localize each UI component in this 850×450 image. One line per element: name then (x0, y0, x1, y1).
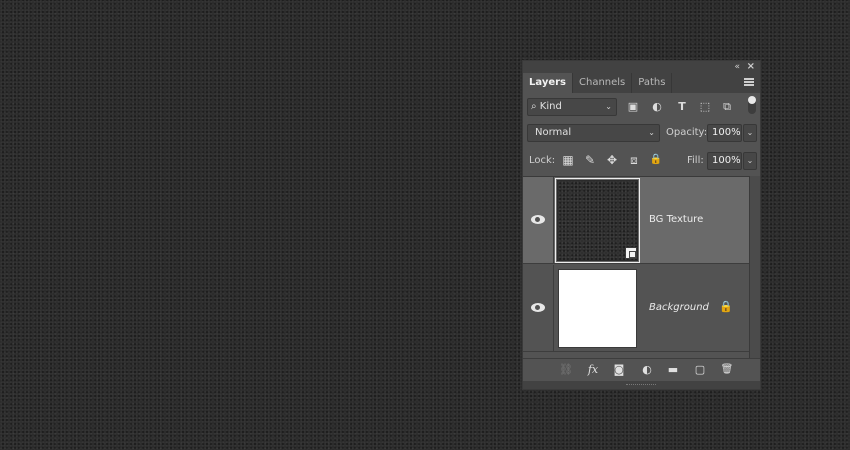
layers-panel: « × Layers Channels Paths ⌕ Kind ⌄ ▣ ◐ T… (522, 60, 761, 390)
panel-menu-icon[interactable] (744, 78, 754, 86)
filter-toggle-icon[interactable] (748, 96, 756, 114)
panel-tabs: Layers Channels Paths (523, 73, 760, 93)
add-mask-icon[interactable]: ◙ (610, 362, 628, 378)
tab-paths[interactable]: Paths (632, 73, 673, 93)
opacity-field[interactable]: 100% (707, 124, 742, 142)
panel-title-bar[interactable]: « × (523, 61, 760, 73)
tab-channels[interactable]: Channels (573, 73, 633, 93)
blend-row: Normal ⌄ Opacity: 100% ⌄ (523, 120, 760, 147)
blend-mode-value: Normal (535, 127, 572, 138)
folder-icon[interactable]: ▬ (664, 362, 682, 378)
search-icon: ⌕ (531, 101, 537, 112)
tab-layers[interactable]: Layers (523, 73, 573, 93)
lock-all-icon[interactable]: 🔒 (648, 151, 664, 169)
resize-grip-icon[interactable] (626, 384, 656, 386)
layer-name[interactable]: Background (649, 302, 709, 313)
fill-field[interactable]: 100% (707, 152, 742, 170)
smart-object-badge-icon (625, 247, 637, 259)
lock-transparent-pixels-icon[interactable]: ▦ (560, 151, 576, 169)
chevron-down-icon: ⌄ (605, 102, 612, 111)
lock-label: Lock: (529, 155, 556, 166)
type-filter-icon[interactable]: T (674, 99, 690, 115)
opacity-label: Opacity: (666, 127, 708, 138)
fill-dropdown-icon[interactable]: ⌄ (743, 152, 757, 170)
fill-label: Fill: (687, 155, 704, 166)
chevron-down-icon: ⌄ (648, 128, 655, 137)
layer-thumbnail[interactable] (558, 269, 637, 348)
layers-scrollbar[interactable] (749, 176, 760, 358)
layers-bottom-toolbar: ⛓ fx ◙ ◐ ▬ ▢ 🗑 (523, 358, 760, 380)
blend-mode-select[interactable]: Normal ⌄ (527, 124, 660, 142)
layer-name[interactable]: BG Texture (649, 214, 703, 225)
shape-filter-icon[interactable]: ⬚ (697, 99, 713, 115)
visibility-column (523, 265, 554, 351)
fx-icon[interactable]: fx (584, 362, 602, 378)
lock-artboard-icon[interactable]: ⧈ (626, 151, 642, 169)
smart-object-filter-icon[interactable]: ⧉ (719, 99, 735, 115)
adjustment-filter-icon[interactable]: ◐ (649, 99, 665, 115)
eye-icon[interactable] (531, 303, 545, 312)
close-icon[interactable]: × (747, 61, 755, 73)
layer-row-background[interactable]: Background 🔒 (523, 265, 749, 352)
layers-list: BG Texture Background 🔒 (523, 176, 749, 356)
adjustment-layer-icon[interactable]: ◐ (638, 362, 656, 378)
filter-row: ⌕ Kind ⌄ ▣ ◐ T ⬚ ⧉ (523, 93, 760, 120)
panel-footer[interactable] (523, 381, 760, 389)
eye-icon[interactable] (531, 215, 545, 224)
opacity-dropdown-icon[interactable]: ⌄ (743, 124, 757, 142)
lock-position-icon[interactable]: ✥ (604, 151, 620, 169)
filter-kind-select[interactable]: ⌕ Kind ⌄ (527, 98, 617, 116)
collapse-icon[interactable]: « (734, 61, 740, 73)
lock-row: Lock: ▦ ✎ ✥ ⧈ 🔒 Fill: 100% ⌄ (523, 147, 760, 174)
link-layers-icon[interactable]: ⛓ (557, 362, 575, 378)
visibility-column (523, 177, 554, 263)
lock-image-pixels-icon[interactable]: ✎ (582, 151, 598, 169)
image-filter-icon[interactable]: ▣ (625, 99, 641, 115)
filter-kind-label: Kind (539, 101, 562, 112)
layer-row-bg-texture[interactable]: BG Texture (523, 177, 749, 264)
layer-lock-icon[interactable]: 🔒 (719, 300, 733, 314)
new-layer-icon[interactable]: ▢ (691, 362, 709, 378)
trash-icon[interactable]: 🗑 (718, 362, 736, 378)
